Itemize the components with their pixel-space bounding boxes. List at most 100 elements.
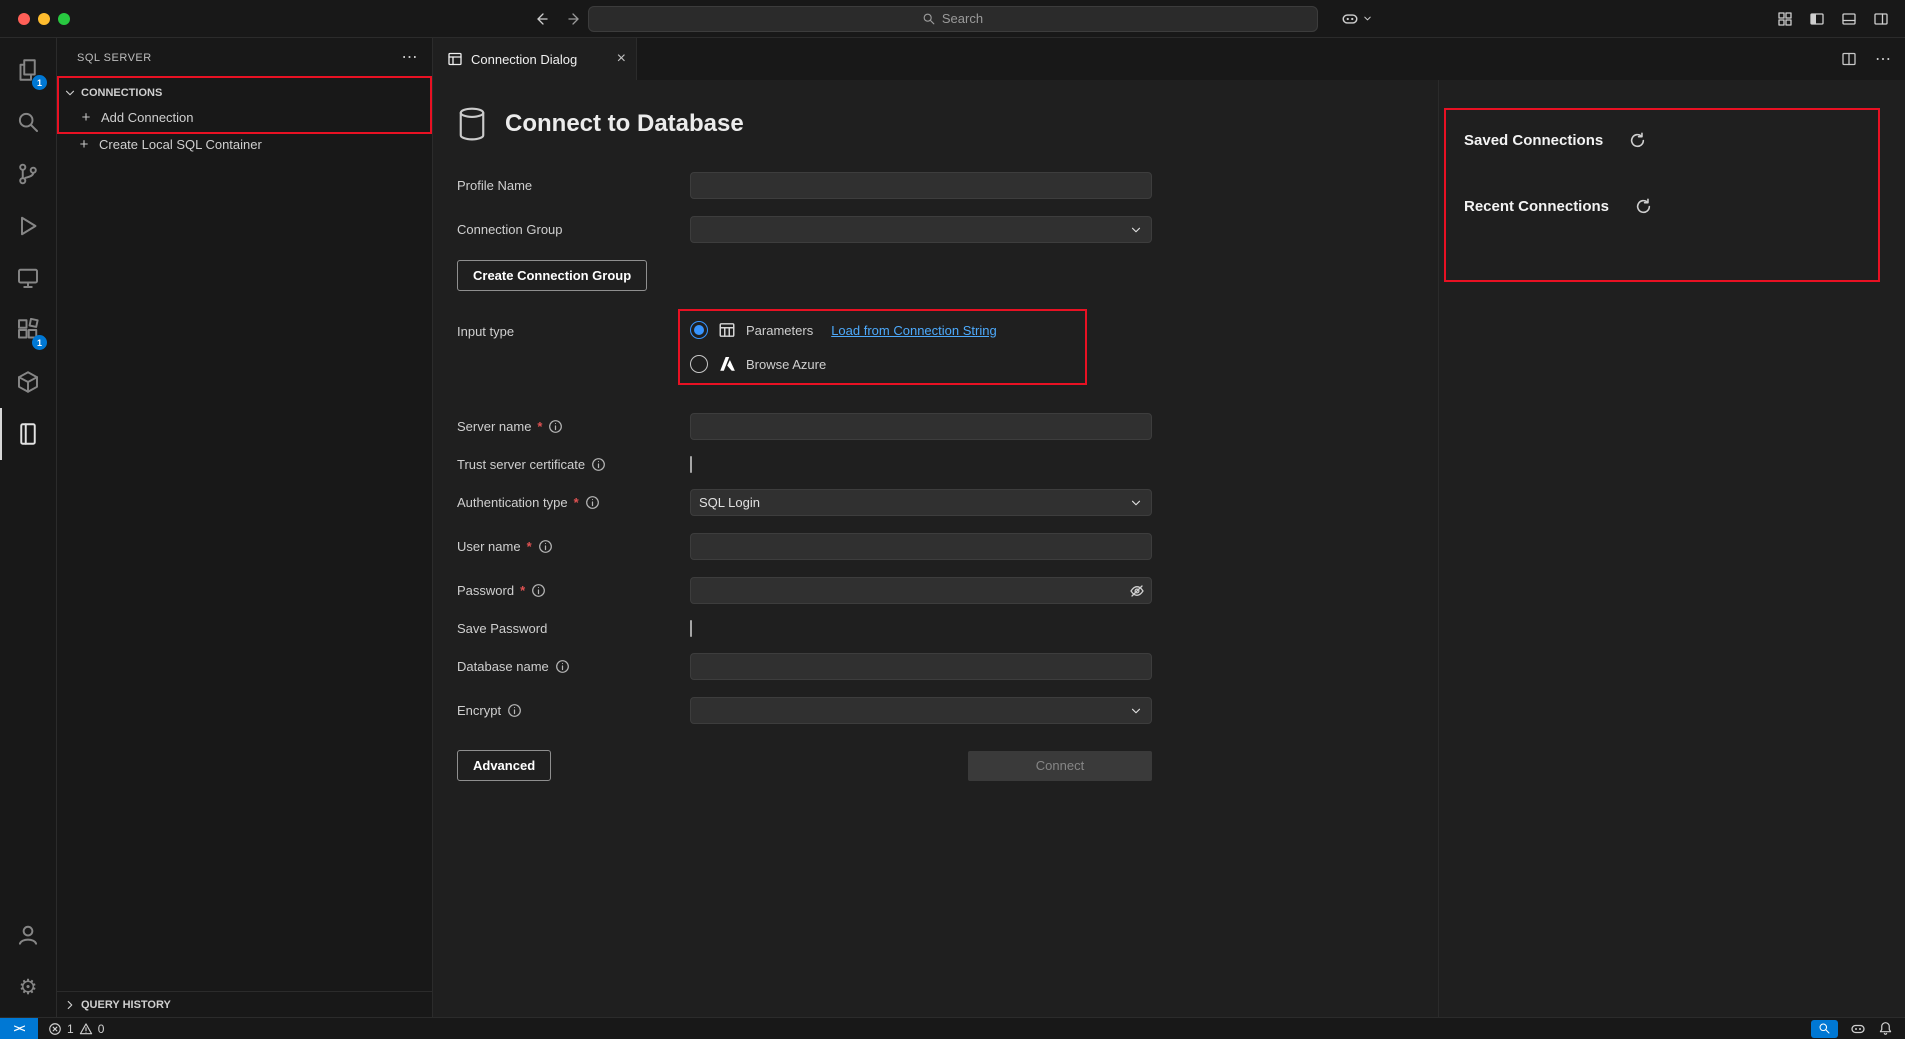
tab-connection-dialog[interactable]: Connection Dialog × xyxy=(433,38,637,80)
vscode-window: Search 1 xyxy=(0,0,1905,1039)
connect-button[interactable]: Connect xyxy=(968,751,1152,781)
copilot-menu-button[interactable] xyxy=(1341,10,1373,28)
activity-remote-explorer-button[interactable] xyxy=(0,252,56,304)
info-icon[interactable] xyxy=(585,495,600,510)
plus-icon: + xyxy=(79,109,93,126)
info-icon[interactable] xyxy=(507,703,522,718)
settings-button[interactable]: ⚙ xyxy=(0,961,56,1013)
activity-sql-server-button[interactable] xyxy=(0,408,56,460)
saved-connections-title: Saved Connections xyxy=(1464,132,1603,149)
source-control-icon xyxy=(16,162,40,186)
connections-section-header[interactable]: CONNECTIONS xyxy=(59,81,430,105)
problems-status[interactable]: 1 0 xyxy=(38,1022,104,1036)
toggle-password-visibility-icon[interactable] xyxy=(1129,583,1145,599)
sidebar-empty-space xyxy=(57,156,432,991)
plus-icon: + xyxy=(77,136,91,153)
editor-group: Connection Dialog × ⋯ Connect to Databas… xyxy=(433,38,1905,1017)
refresh-icon[interactable] xyxy=(1635,198,1652,215)
customize-layout-icon[interactable] xyxy=(1777,11,1793,27)
connection-form: Connect to Database Profile Name Connect… xyxy=(433,80,1438,1017)
authentication-type-select[interactable]: SQL Login xyxy=(690,489,1152,516)
window-controls xyxy=(18,13,70,25)
browse-azure-option-row: Browse Azure xyxy=(690,355,1075,373)
more-actions-icon[interactable]: ⋯ xyxy=(402,50,419,66)
profile-name-input[interactable] xyxy=(690,172,1152,199)
activity-explorer-button[interactable]: 1 xyxy=(0,44,56,96)
encrypt-select[interactable] xyxy=(690,697,1152,724)
error-icon xyxy=(48,1022,62,1036)
remote-explorer-icon xyxy=(16,266,40,290)
account-icon xyxy=(16,923,40,947)
toggle-secondary-sidebar-icon[interactable] xyxy=(1873,11,1889,27)
advanced-button[interactable]: Advanced xyxy=(457,750,551,781)
maximize-window-button[interactable] xyxy=(58,13,70,25)
sidebar-title: SQL SERVER xyxy=(77,52,402,64)
create-local-sql-container-item[interactable]: + Create Local SQL Container xyxy=(57,132,432,156)
more-actions-icon[interactable]: ⋯ xyxy=(1875,49,1891,69)
remote-indicator[interactable]: >< xyxy=(0,1018,38,1039)
close-tab-icon[interactable]: × xyxy=(617,51,626,67)
save-password-label: Save Password xyxy=(457,621,547,636)
activity-search-button[interactable] xyxy=(0,96,56,148)
forward-icon[interactable] xyxy=(567,11,583,27)
zoom-status-button[interactable] xyxy=(1811,1020,1838,1038)
authentication-type-label: Authentication type xyxy=(457,495,568,510)
query-history-section-header[interactable]: QUERY HISTORY xyxy=(57,991,432,1017)
accounts-button[interactable] xyxy=(0,909,56,961)
activity-run-debug-button[interactable] xyxy=(0,200,56,252)
password-input[interactable] xyxy=(690,577,1152,604)
close-window-button[interactable] xyxy=(18,13,30,25)
load-connection-string-link[interactable]: Load from Connection String xyxy=(831,323,996,338)
saved-connections-row: Saved Connections xyxy=(1464,128,1860,152)
minimize-window-button[interactable] xyxy=(38,13,50,25)
chevron-down-icon xyxy=(1129,223,1143,237)
tab-bar: Connection Dialog × ⋯ xyxy=(433,38,1905,80)
search-placeholder: Search xyxy=(942,11,983,26)
database-name-input[interactable] xyxy=(690,653,1152,680)
info-icon[interactable] xyxy=(531,583,546,598)
info-icon[interactable] xyxy=(548,419,563,434)
create-connection-group-button[interactable]: Create Connection Group xyxy=(457,260,647,291)
trust-server-certificate-checkbox[interactable] xyxy=(690,456,692,473)
connection-group-select[interactable] xyxy=(690,216,1152,243)
recent-connections-row: Recent Connections xyxy=(1464,194,1860,218)
connections-side-panel: Saved Connections Recent Connections xyxy=(1438,80,1905,1017)
back-icon[interactable] xyxy=(533,11,549,27)
parameters-option-label[interactable]: Parameters xyxy=(746,323,813,338)
titlebar-layout-controls xyxy=(1777,11,1889,27)
query-history-label: QUERY HISTORY xyxy=(81,999,171,1011)
heading-row: Connect to Database xyxy=(457,106,1438,142)
parameters-radio[interactable] xyxy=(690,321,708,339)
server-name-input[interactable] xyxy=(690,413,1152,440)
server-name-label: Server name xyxy=(457,419,531,434)
toggle-panel-icon[interactable] xyxy=(1841,11,1857,27)
sidebar-header: SQL SERVER ⋯ xyxy=(57,38,432,78)
parameters-option-row: Parameters Load from Connection String xyxy=(690,321,1075,339)
activity-extensions-button[interactable]: 1 xyxy=(0,304,56,356)
gear-icon: ⚙ xyxy=(19,977,38,998)
info-icon[interactable] xyxy=(555,659,570,674)
error-count: 1 xyxy=(67,1022,74,1036)
command-center-search[interactable]: Search xyxy=(588,6,1318,32)
refresh-icon[interactable] xyxy=(1629,132,1646,149)
trust-server-certificate-label: Trust server certificate xyxy=(457,457,585,472)
browse-azure-option-label[interactable]: Browse Azure xyxy=(746,357,826,372)
info-icon[interactable] xyxy=(538,539,553,554)
annotation-input-type-box: Parameters Load from Connection String B… xyxy=(690,321,1075,373)
user-name-input[interactable] xyxy=(690,533,1152,560)
copilot-status-icon[interactable] xyxy=(1850,1021,1866,1037)
copilot-icon xyxy=(1341,10,1359,28)
notifications-bell-icon[interactable] xyxy=(1878,1021,1893,1036)
add-connection-item[interactable]: + Add Connection xyxy=(59,105,430,129)
toggle-sidebar-icon[interactable] xyxy=(1809,11,1825,27)
required-marker: * xyxy=(527,539,532,554)
info-icon[interactable] xyxy=(591,457,606,472)
password-label: Password xyxy=(457,583,514,598)
split-editor-icon[interactable] xyxy=(1841,51,1857,67)
chevron-down-icon xyxy=(1129,704,1143,718)
annotation-saved-recent-box: Saved Connections Recent Connections xyxy=(1464,128,1860,262)
activity-source-control-button[interactable] xyxy=(0,148,56,200)
browse-azure-radio[interactable] xyxy=(690,355,708,373)
save-password-checkbox[interactable] xyxy=(690,620,692,637)
activity-database-projects-button[interactable] xyxy=(0,356,56,408)
